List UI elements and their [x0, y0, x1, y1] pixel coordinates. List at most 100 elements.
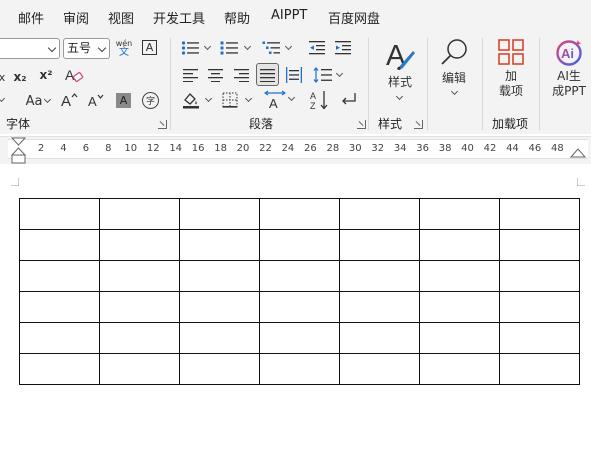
addins-label-line1: 加 — [504, 69, 517, 83]
table-cell[interactable] — [259, 353, 340, 385]
clear-formatting-button[interactable]: A — [63, 65, 85, 85]
table-cell[interactable] — [419, 353, 500, 385]
horizontal-ruler: 2 4 6 8 10 12 14 16 18 20 22 24 26 28 30 32 34 36 38 40 42 44… — [0, 136, 591, 164]
table-cell[interactable] — [499, 260, 580, 292]
table-cell[interactable] — [99, 353, 180, 385]
align-left-button[interactable] — [182, 66, 200, 84]
table-cell[interactable] — [419, 198, 500, 230]
font-size-dropdown[interactable]: 五号 — [63, 38, 110, 59]
table-cell[interactable] — [19, 353, 100, 385]
table-cell[interactable] — [179, 322, 260, 354]
superscript-button[interactable]: x² — [38, 66, 54, 84]
table-cell[interactable] — [19, 229, 100, 261]
table-cell[interactable] — [499, 322, 580, 354]
table-cell[interactable] — [179, 260, 260, 292]
table-cell[interactable] — [19, 291, 100, 323]
bullets-button[interactable] — [181, 38, 213, 58]
editing-button[interactable]: 编辑 — [433, 38, 475, 104]
increase-indent-button[interactable] — [334, 39, 352, 57]
shading-button[interactable] — [182, 90, 214, 110]
table-cell[interactable] — [259, 229, 340, 261]
numbering-button[interactable] — [220, 38, 254, 58]
menu-view[interactable]: 视图 — [108, 8, 134, 27]
grow-font-button[interactable]: A — [60, 90, 78, 110]
group-divider — [539, 38, 540, 130]
chinese-layout-button[interactable]: A — [264, 89, 298, 111]
document-table[interactable] — [19, 198, 580, 385]
multilevel-list-button[interactable] — [262, 38, 294, 58]
menu-aippt[interactable]: AIPPT — [271, 8, 307, 23]
align-left-icon — [183, 69, 198, 82]
table-cell[interactable] — [339, 198, 420, 230]
show-marks-button[interactable] — [340, 91, 358, 109]
table-cell[interactable] — [339, 322, 420, 354]
subscript-button[interactable]: x₂ — [12, 68, 28, 86]
paragraph-dialog-launcher-icon[interactable] — [357, 120, 366, 129]
character-shading-button[interactable]: A — [116, 93, 131, 108]
table-cell[interactable] — [179, 229, 260, 261]
table-cell[interactable] — [419, 229, 500, 261]
phonetic-guide-button[interactable]: wén 文 — [114, 37, 134, 59]
ruler-tick-label: 44 — [506, 143, 519, 154]
chinese-layout-icon: A — [264, 90, 286, 110]
justify-button[interactable] — [256, 63, 279, 86]
table-cell[interactable] — [179, 198, 260, 230]
table-cell[interactable] — [339, 229, 420, 261]
table-cell[interactable] — [339, 291, 420, 323]
align-right-button[interactable] — [233, 66, 251, 84]
table-cell[interactable] — [19, 322, 100, 354]
table-cell[interactable] — [259, 322, 340, 354]
ruler-tick-label: 2 — [37, 143, 45, 154]
table-cell[interactable] — [339, 260, 420, 292]
table-cell[interactable] — [259, 260, 340, 292]
table-cell[interactable] — [259, 291, 340, 323]
strikethrough-button[interactable]: x — [0, 68, 6, 86]
table-cell[interactable] — [99, 229, 180, 261]
menu-help[interactable]: 帮助 — [224, 8, 250, 27]
borders-button[interactable] — [222, 90, 254, 110]
table-cell[interactable] — [499, 353, 580, 385]
table-cell[interactable] — [419, 291, 500, 323]
character-border-button[interactable]: A — [142, 40, 157, 55]
first-line-indent-marker-icon[interactable] — [11, 137, 27, 164]
table-cell[interactable] — [99, 198, 180, 230]
table-cell[interactable] — [339, 353, 420, 385]
table-cell[interactable] — [499, 198, 580, 230]
table-cell[interactable] — [259, 198, 340, 230]
menu-developer[interactable]: 开发工具 — [153, 8, 205, 27]
styles-dialog-launcher-icon[interactable] — [414, 120, 423, 129]
addins-button[interactable]: 加 载项 — [490, 38, 532, 106]
table-cell[interactable] — [499, 291, 580, 323]
subscript-icon: x₂ — [13, 70, 27, 84]
font-dialog-launcher-icon[interactable] — [158, 120, 167, 129]
table-cell[interactable] — [19, 260, 100, 292]
distributed-button[interactable] — [285, 66, 303, 84]
decrease-indent-button[interactable] — [308, 39, 326, 57]
text-effects-button[interactable] — [0, 92, 8, 110]
styles-button[interactable]: A 样式 — [378, 38, 422, 108]
change-case-button[interactable]: Aa — [15, 92, 53, 110]
enclose-characters-button[interactable]: 字 — [142, 92, 159, 109]
magnifier-icon — [441, 39, 467, 65]
right-indent-marker-icon[interactable] — [570, 147, 586, 159]
table-cell[interactable] — [19, 198, 100, 230]
table-cell[interactable] — [99, 322, 180, 354]
table-cell[interactable] — [179, 353, 260, 385]
table-cell[interactable] — [419, 322, 500, 354]
sort-button[interactable]: A Z — [310, 89, 330, 111]
align-center-button[interactable] — [207, 66, 225, 84]
ruler-tick-label: 6 — [82, 143, 90, 154]
table-row — [19, 260, 580, 292]
menu-mailings[interactable]: 邮件 — [18, 8, 44, 27]
menu-review[interactable]: 审阅 — [63, 8, 89, 27]
table-cell[interactable] — [499, 229, 580, 261]
line-spacing-button[interactable] — [313, 65, 345, 85]
ai-ppt-button[interactable]: Ai AI生 成PPT — [547, 38, 591, 106]
table-cell[interactable] — [99, 291, 180, 323]
menu-baidu-netdisk[interactable]: 百度网盘 — [328, 8, 380, 27]
table-cell[interactable] — [99, 260, 180, 292]
table-cell[interactable] — [179, 291, 260, 323]
font-name-dropdown[interactable] — [0, 38, 60, 59]
shrink-font-button[interactable]: A — [87, 90, 105, 110]
table-cell[interactable] — [419, 260, 500, 292]
